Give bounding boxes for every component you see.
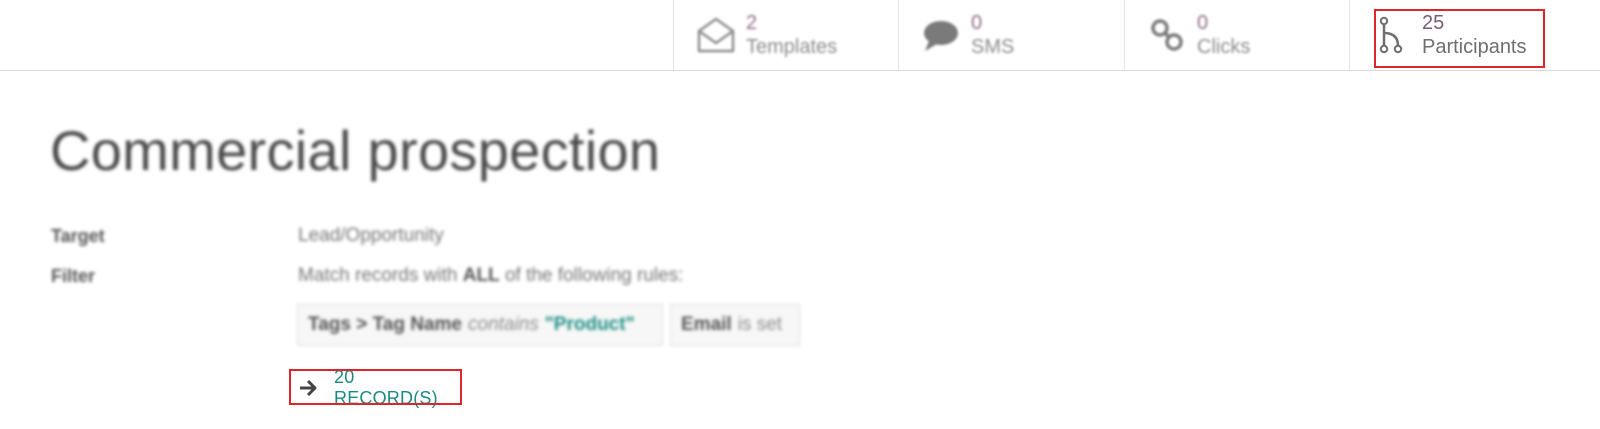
envelope-open-icon [694, 13, 738, 57]
filter-label: Filter [51, 266, 96, 286]
rule-operator: is set [737, 314, 783, 335]
rule-field: Tags > Tag Name [308, 314, 462, 335]
participants-button[interactable]: 25 Participants [1349, 0, 1575, 70]
clicks-count: 0 [1197, 12, 1209, 34]
clicks-label: Clicks [1197, 36, 1251, 58]
page-title: Commercial prospection [50, 119, 661, 182]
filter-rule-tags[interactable]: Tags > Tag Name contains "Product" [297, 304, 663, 346]
rule-field: Email [681, 314, 732, 335]
filter-quantifier[interactable]: ALL [463, 265, 500, 286]
records-link[interactable]: 20 RECORD(S) [290, 367, 461, 408]
filter-suffix: of the following rules: [504, 265, 684, 286]
sms-count: 0 [971, 12, 983, 34]
sms-label: SMS [971, 36, 1015, 58]
arrow-right-icon [298, 378, 318, 398]
participants-count: 25 [1422, 12, 1445, 34]
chat-bubble-icon [919, 13, 963, 57]
templates-label: Templates [746, 36, 838, 58]
smart-button-bar: 2 Templates 0 SMS 0 Clicks 25 Participan… [0, 0, 1600, 71]
rule-operator: contains [468, 314, 539, 335]
branch-icon [1376, 13, 1406, 57]
clicks-button[interactable]: 0 Clicks [1124, 0, 1350, 70]
templates-button[interactable]: 2 Templates [673, 0, 899, 70]
target-value[interactable]: Lead/Opportunity [298, 225, 444, 247]
templates-count: 2 [746, 12, 758, 34]
link-icon [1145, 13, 1189, 57]
records-count-label: 20 RECORD(S) [334, 366, 438, 408]
target-label: Target [51, 226, 105, 246]
filter-rule-email[interactable]: Email is set [670, 304, 800, 346]
filter-description: Match records with ALL of the following … [298, 265, 683, 287]
sms-button[interactable]: 0 SMS [898, 0, 1124, 70]
filter-prefix: Match records with [298, 265, 458, 286]
participants-label: Participants [1422, 36, 1527, 58]
rule-value: "Product" [544, 314, 635, 335]
